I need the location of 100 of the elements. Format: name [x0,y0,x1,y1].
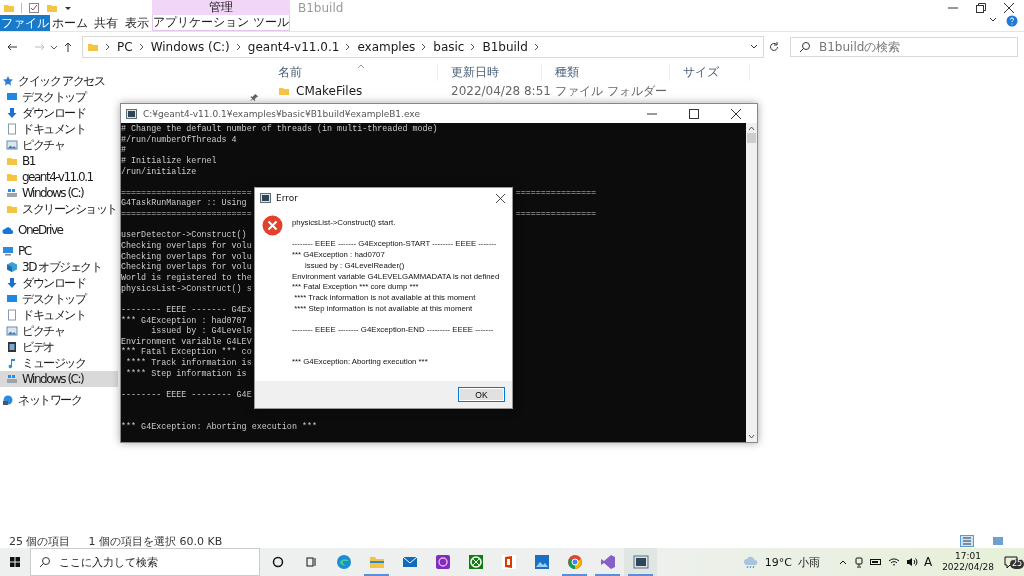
scroll-up-icon[interactable] [748,126,755,131]
cloud-icon [2,224,14,236]
camera-icon[interactable] [853,556,864,568]
ribbon-tab[interactable]: 共有 [90,15,121,31]
office-app-icon[interactable] [500,554,517,570]
nav-item[interactable]: PC [0,243,118,259]
chevron-icon [421,43,428,51]
console-line: ========================== [121,209,252,220]
breadcrumb-item[interactable]: Windows (C:) [150,40,230,54]
network-icon [2,394,14,406]
ribbon-tab[interactable]: ファイル [0,15,50,31]
nav-item[interactable]: ダウンロード [0,105,118,121]
windows-logo-icon[interactable] [9,556,21,568]
close-icon[interactable] [496,193,505,203]
photos-app-icon[interactable] [533,554,550,570]
nav-item[interactable]: ピクチャ [0,323,118,339]
ribbon-tab[interactable]: 表示 [121,15,152,31]
nav-item[interactable]: Windows (C:) [0,185,118,201]
scrollbar[interactable] [746,123,757,442]
console-line: Checking overlaps for volu [121,241,252,252]
battery-icon[interactable] [869,558,882,566]
star-icon [2,75,14,87]
chevron-icon [138,43,145,51]
column-header[interactable]: 更新日時 [438,63,542,81]
console-line: /run/initialize [121,166,197,178]
breadcrumb-item[interactable]: B1build [482,40,528,54]
speaker-icon[interactable] [905,557,918,567]
chevron-down-icon[interactable] [50,43,58,51]
window-title: B1build [297,0,345,15]
nav-item[interactable]: ピクチャ [0,137,118,153]
restore-icon[interactable] [976,2,986,13]
weather-cloud-icon [742,555,759,569]
code-editor-icon[interactable] [599,554,616,570]
task-view-icon[interactable] [304,556,317,568]
nav-item[interactable]: ビデオ [0,339,118,355]
nav-item[interactable]: ネットワーク [0,392,118,408]
nav-item[interactable]: B1 [0,153,118,169]
tiles-view-icon[interactable] [992,536,1004,546]
taskbar-search-field[interactable]: ここに入力して検索 [30,548,260,576]
input-mode-indicator[interactable]: A [923,555,933,569]
nav-item[interactable]: geant4-v11.0.1 [0,169,118,185]
address-bar[interactable]: PC Windows (C:) geant4-v11.0.1 examples basic B1build [82,36,764,58]
weather-text[interactable]: 小雨 [797,554,820,570]
nav-item[interactable]: ドキュメント [0,307,118,323]
maximize-icon[interactable] [689,108,699,119]
drive-icon [6,373,18,385]
circle-icon[interactable] [271,556,284,568]
console-line: ========================== [121,187,252,198]
back-arrow-icon[interactable] [6,41,18,53]
breadcrumb-item[interactable]: geant4-v11.0.1 [247,40,340,54]
close-icon[interactable] [1004,2,1014,13]
file-name[interactable]: CMakeFiles [296,84,363,98]
wifi-icon[interactable] [887,557,900,567]
refresh-icon[interactable] [768,41,780,53]
nav-item[interactable]: デスクトップ [0,291,118,307]
nav-item[interactable]: スクリーンショット [0,201,118,217]
folder-icon[interactable] [368,554,385,570]
chevron-icon [345,43,352,51]
temperature-text[interactable]: 19°C [764,555,792,569]
details-view-icon[interactable] [960,535,974,547]
ribbon-tab[interactable]: アプリケーション ツール [152,15,290,31]
nav-item[interactable]: クイック アクセス [0,73,118,89]
nav-item[interactable]: OneDrive [0,222,118,238]
ribbon-tab[interactable]: ホーム [50,15,90,31]
help-icon[interactable] [1006,15,1018,27]
folder-icon [6,171,18,183]
nav-item[interactable]: ミュージック [0,355,118,371]
checkmark-icon[interactable] [28,1,40,14]
console-line: physicsList->Construct() s [121,283,252,295]
breadcrumb-item[interactable]: PC [117,40,133,54]
scrollbar-thumb[interactable] [747,133,756,143]
download-arrow-icon [6,277,18,289]
breadcrumb-item[interactable]: examples [357,40,416,54]
pin-icon [250,92,259,102]
nav-item[interactable]: デスクトップ [0,89,265,105]
mail-icon[interactable] [401,554,418,570]
ok-button[interactable]: OK [458,387,505,402]
console-window-icon[interactable] [632,554,649,570]
close-icon[interactable] [731,108,741,119]
drive-icon [6,187,18,199]
browser-icon[interactable] [335,554,352,570]
column-header[interactable]: 名前 [265,63,438,81]
status-text: 1 個の項目を選択 60.0 KB [88,533,223,549]
column-header[interactable]: サイズ [670,63,750,81]
breadcrumb-item[interactable]: basic [433,40,465,54]
nav-item[interactable]: ダウンロード [0,275,118,291]
game-app-icon[interactable] [467,554,484,570]
up-arrow-icon[interactable] [62,41,74,53]
search-field[interactable]: B1buildの検索 [790,37,1018,57]
folder-icon [87,41,99,53]
ribbon-group-label: 管理 [152,0,290,15]
paint-app-icon[interactable] [434,554,451,570]
column-header[interactable]: 種類 [542,63,670,81]
clock[interactable]: 17:01 2022/04/28 [938,551,998,573]
nav-item[interactable]: 3D オブジェクト [0,259,118,275]
browser-icon[interactable] [566,554,583,570]
nav-item[interactable]: Windows (C:) [0,371,118,387]
nav-item[interactable]: ドキュメント [0,121,118,137]
picture-icon [6,325,18,337]
scroll-down-icon[interactable] [748,434,755,439]
